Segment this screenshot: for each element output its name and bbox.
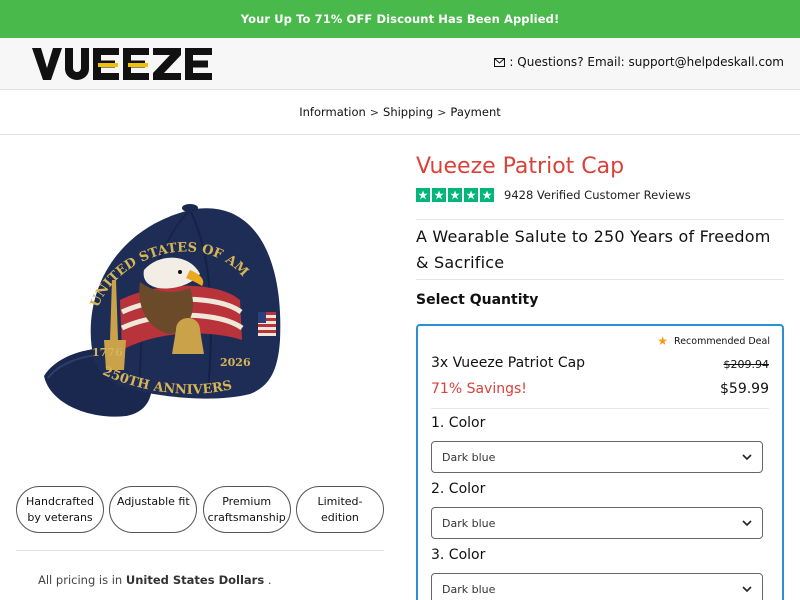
product-subtitle: A Wearable Salute to 250 Years of Freedo…: [416, 227, 771, 272]
pricing-currency: United States Dollars: [125, 573, 265, 587]
savings-label: 71% Savings!: [431, 381, 527, 397]
breadcrumb-separator: >: [369, 105, 380, 119]
chevron-down-icon: [742, 453, 752, 460]
badge-line: Handcrafted: [25, 494, 95, 508]
star-icon: [416, 188, 430, 202]
rating-row: 9428 Verified Customer Reviews: [416, 188, 691, 202]
star-icon: [464, 188, 478, 202]
badge-line: Limited-: [317, 494, 363, 508]
star-icon: [480, 188, 494, 202]
badge-limited-edition: Limited-edition: [295, 486, 384, 533]
color-2-label: 2. Color: [431, 481, 486, 497]
badge-line: edition: [321, 510, 359, 524]
recommended-deal-badge: ★ Recommended Deal: [657, 335, 770, 347]
us-flag-icon: [258, 312, 276, 336]
color-3-value: Dark blue: [442, 582, 496, 596]
color-1-value: Dark blue: [442, 450, 496, 464]
star-icon: [448, 188, 462, 202]
divider: [416, 279, 784, 280]
product-title: Vueeze Patriot Cap: [416, 154, 625, 179]
badge-line: Adjustable fit: [116, 495, 190, 508]
support-email-text: : Questions? Email: support@helpdeskall.…: [509, 55, 784, 69]
badge-line: by veterans: [27, 510, 93, 524]
color-1-select[interactable]: Dark blue: [431, 441, 763, 473]
pricing-currency-note: All pricing is in United States Dollars …: [38, 573, 272, 587]
chevron-down-icon: [742, 585, 752, 592]
product-image-cap[interactable]: UNITED STATES OF AMERICA 1776 2026 250TH…: [40, 190, 290, 420]
original-price: $209.94: [723, 358, 770, 371]
breadcrumb-payment[interactable]: Payment: [450, 105, 500, 119]
breadcrumb-separator: >: [437, 105, 447, 119]
badge-line: Premium: [222, 494, 272, 508]
badge-premium: Premium craftsmanship: [202, 486, 291, 533]
deal-price: $59.99: [720, 381, 769, 397]
recommended-deal-label: Recommended Deal: [674, 335, 770, 347]
product-image-gallery: UNITED STATES OF AMERICA 1776 2026 250TH…: [16, 150, 384, 465]
breadcrumb-information[interactable]: Information: [299, 105, 366, 119]
pricing-prefix: All pricing is in: [38, 573, 126, 587]
cap-year-left: 1776: [92, 346, 123, 359]
feature-badges: Handcrafted by veterans Adjustable fit Pr…: [16, 486, 384, 533]
badge-handcrafted: Handcrafted by veterans: [16, 486, 104, 533]
breadcrumb-shipping[interactable]: Shipping: [383, 105, 433, 119]
support-contact[interactable]: : Questions? Email: support@helpdeskall.…: [494, 55, 784, 69]
divider: [16, 550, 384, 551]
cap-year-right: 2026: [220, 356, 251, 369]
promo-banner: Your Up To 71% OFF Discount Has Been App…: [0, 0, 800, 38]
star-rating: [416, 188, 494, 202]
brand-logo[interactable]: [32, 48, 212, 80]
envelope-icon: [494, 57, 506, 67]
deal-option-3x[interactable]: ★ Recommended Deal 3x Vueeze Patriot Cap…: [416, 324, 784, 600]
review-count[interactable]: 9428 Verified Customer Reviews: [504, 188, 691, 202]
divider: [416, 219, 784, 220]
badge-line: craftsmanship: [207, 510, 286, 524]
deal-name: 3x Vueeze Patriot Cap: [431, 355, 586, 371]
star-icon: [432, 188, 446, 202]
color-2-value: Dark blue: [442, 516, 496, 530]
color-3-label: 3. Color: [431, 547, 486, 563]
divider: [431, 408, 769, 409]
color-3-select[interactable]: Dark blue: [431, 573, 763, 600]
color-2-select[interactable]: Dark blue: [431, 507, 763, 539]
promo-text: Your Up To 71% OFF Discount Has Been App…: [240, 12, 560, 26]
color-1-label: 1. Color: [431, 415, 486, 431]
pricing-suffix: .: [264, 573, 272, 587]
badge-adjustable-fit: Adjustable fit: [109, 486, 198, 533]
checkout-breadcrumb: Information > Shipping > Payment: [0, 90, 800, 135]
site-header: : Questions? Email: support@helpdeskall.…: [0, 38, 800, 90]
select-quantity-heading: Select Quantity: [416, 292, 539, 308]
chevron-down-icon: [742, 519, 752, 526]
star-icon: ★: [657, 334, 669, 348]
